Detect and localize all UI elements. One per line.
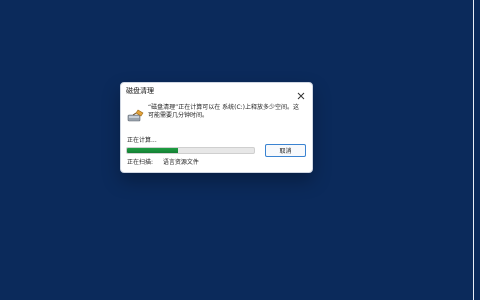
desktop-background: { "dialog": { "title": "磁盘清理", "message"… xyxy=(0,0,480,300)
screen-edge-line xyxy=(473,0,474,300)
close-icon xyxy=(297,92,305,100)
status-text: 正在计算... xyxy=(127,137,157,144)
cancel-button[interactable]: 取消 xyxy=(265,144,306,157)
dialog-title: 磁盘清理 xyxy=(126,87,154,95)
scan-row: 正在扫描: 语言资源文件 xyxy=(127,159,199,167)
scan-label: 正在扫描: xyxy=(127,159,154,166)
progress-bar xyxy=(126,147,255,154)
scan-value: 语言资源文件 xyxy=(162,159,199,166)
dialog-message: “磁盘清理”正在计算可以在 系统(C:)上释放多少空间。这可能需要几分钟时间。 xyxy=(148,104,300,119)
disk-cleanup-icon xyxy=(127,107,145,122)
close-button[interactable] xyxy=(296,86,306,100)
progress-fill xyxy=(127,148,178,153)
disk-cleanup-dialog: 磁盘清理 “磁盘清理”正在计算可以在 系统(C:)上释放多少空间。这可能需要几分… xyxy=(120,82,313,173)
